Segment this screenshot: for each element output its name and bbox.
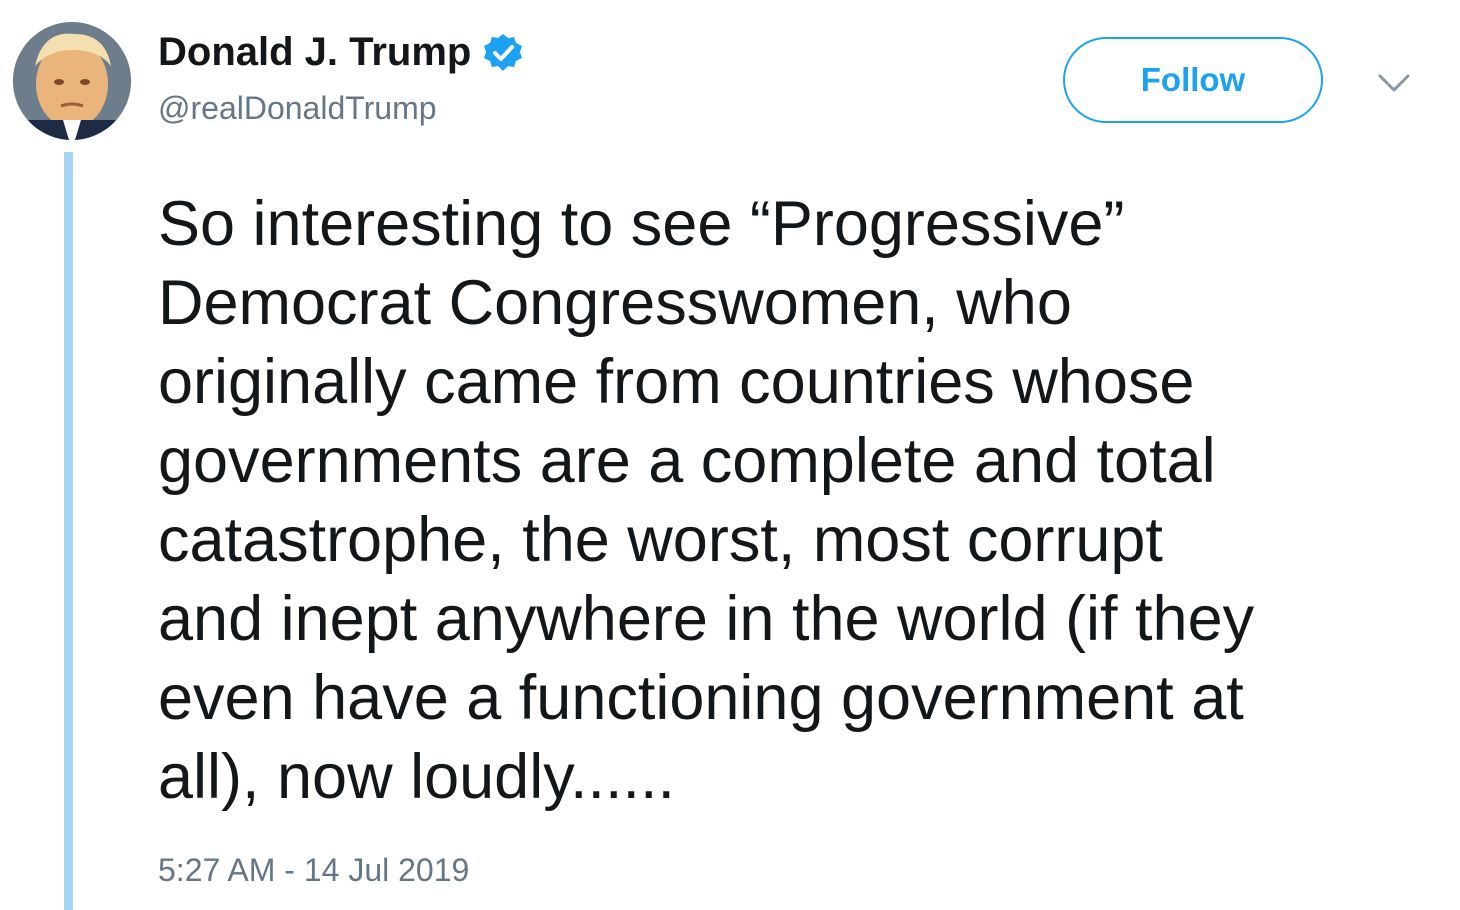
avatar-portrait-icon [13,22,131,140]
chevron-down-icon[interactable] [1376,70,1412,94]
thread-line [64,152,73,910]
tweet-text: So interesting to see “Progressive” Demo… [158,189,1255,812]
author-row: Donald J. Trump [158,30,523,75]
follow-button[interactable]: Follow [1063,37,1323,123]
author-name[interactable]: Donald J. Trump [158,30,471,75]
avatar[interactable] [13,22,131,140]
author-handle[interactable]: @realDonaldTrump [158,90,437,127]
tweet-timestamp[interactable]: 5:27 AM - 14 Jul 2019 [158,852,469,889]
verified-badge-icon [484,33,523,71]
